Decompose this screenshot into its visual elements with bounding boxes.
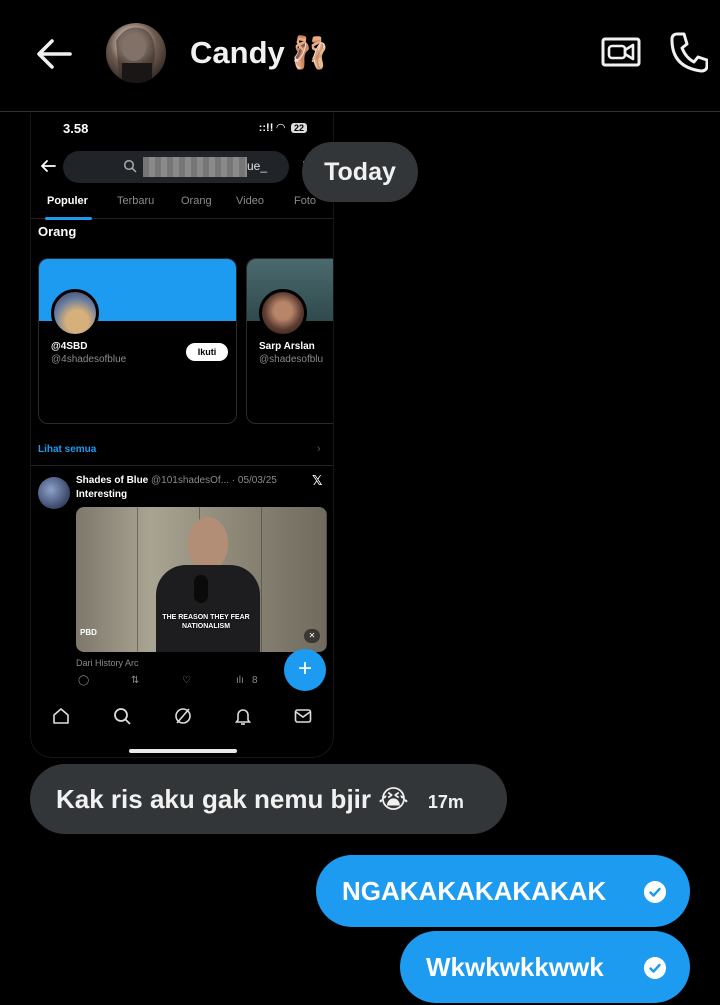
video-call-icon[interactable]	[601, 34, 641, 70]
ss-signal-icon: ::!!	[258, 122, 274, 134]
ss-mail-icon	[294, 709, 312, 723]
ss-pbd-logo: PBD	[80, 628, 97, 637]
ss-card-handle: @4shadesofblue	[51, 354, 127, 365]
ss-post-author-line: Shades of Blue @101shadesOf... · 05/03/2…	[76, 475, 277, 486]
avatar-photo	[116, 27, 155, 83]
ss-search-bar: ue_	[63, 151, 289, 183]
contact-name[interactable]: Candy 🩰	[190, 34, 330, 72]
ss-follow-button: Ikuti	[186, 343, 228, 361]
ss-card-name: Sarp Arslan	[259, 341, 315, 352]
ss-bell-icon	[234, 709, 252, 725]
ss-chevron-right-icon: ›	[317, 443, 321, 455]
ss-search-nav-icon	[114, 708, 131, 725]
ss-bottom-nav	[31, 698, 333, 734]
ss-post-meta: @101shadesOf... · 05/03/25	[151, 475, 277, 486]
ss-section-title: Orang	[38, 224, 77, 239]
message-time: 17m	[427, 792, 464, 812]
ss-tab-orang: Orang	[181, 195, 212, 207]
ss-post-text: Interesting	[76, 489, 128, 500]
ss-tab-foto: Foto	[294, 195, 317, 207]
ss-post-avatar	[38, 477, 70, 509]
ss-x-logo-icon: 𝕏	[312, 473, 323, 488]
ss-reply-icon: ◯	[78, 675, 90, 686]
ss-home-icon	[53, 708, 69, 724]
ss-battery-icon: 22	[290, 123, 307, 133]
ss-mute-icon: ✕	[304, 629, 320, 643]
ss-wifi-icon: ◠	[276, 122, 285, 134]
ss-search-suffix: ue_	[247, 159, 268, 173]
chat-header: Candy 🩰	[0, 0, 720, 112]
ss-grok-icon	[175, 708, 191, 724]
ss-card-avatar	[51, 289, 99, 337]
ss-repost-icon: ⇅	[131, 675, 140, 686]
back-arrow-icon[interactable]	[34, 36, 74, 72]
ss-person-card: @4SBD @4shadesofblue Ikuti	[38, 258, 237, 424]
ss-tab-populer: Populer	[47, 195, 88, 207]
ss-status-icons: ::!! ◠ 22	[259, 121, 307, 134]
ss-post-actions: ◯ ⇅ ♡ ılı 8	[76, 675, 276, 691]
outgoing-message[interactable]: NGAKAKAKAKAKAK	[316, 855, 690, 927]
outgoing-message[interactable]: Wkwkwkkwwk	[400, 931, 690, 1003]
date-separator: Today	[302, 142, 418, 202]
ss-card-avatar	[259, 289, 307, 337]
ss-video-caption: THE REASON THEY FEAR NATIONALISM	[162, 614, 250, 630]
outgoing-message-text: NGAKAKAKAKAKAK	[342, 876, 607, 906]
ss-tab-terbaru: Terbaru	[117, 195, 155, 207]
incoming-message[interactable]: Kak ris aku gak nemu bjir 😭 17m	[30, 764, 507, 834]
ss-status-time: 3.58	[63, 121, 89, 136]
ss-tab-bar: Populer Terbaru Orang Video Foto	[31, 191, 333, 220]
ss-see-all-link: Lihat semua	[38, 444, 97, 455]
shared-screenshot-image[interactable]: 3.58 ::!! ◠ 22 ue_ Populer Terbaru Orang…	[30, 113, 334, 758]
ss-status-bar: 3.58 ::!! ◠ 22	[31, 113, 333, 141]
incoming-message-text: Kak ris aku gak nemu bjir 😭	[56, 784, 409, 814]
contact-avatar[interactable]	[106, 23, 166, 83]
ss-views-count: 8	[252, 675, 258, 686]
seen-check-icon	[644, 881, 666, 903]
ss-compose-fab-icon: +	[284, 649, 326, 691]
ss-active-tab-indicator	[45, 217, 92, 220]
ss-post-video: THE REASON THEY FEAR NATIONALISM PBD ✕	[76, 507, 327, 652]
ss-back-icon	[40, 160, 56, 172]
ss-card-name: @4SBD	[51, 341, 88, 352]
ballet-shoes-emoji: 🩰	[290, 35, 330, 71]
ss-tab-video: Video	[236, 195, 264, 207]
ss-video-person	[188, 517, 228, 569]
ss-censored-query	[143, 157, 247, 177]
ss-microphone	[194, 575, 208, 603]
ss-post-author: Shades of Blue	[76, 475, 149, 486]
ss-media-source: Dari History Arc	[76, 658, 139, 668]
seen-check-icon	[644, 957, 666, 979]
ss-views-icon: ılı	[236, 675, 244, 686]
outgoing-message-text: Wkwkwkkwwk	[426, 952, 604, 982]
ss-card-handle: @shadesofblu	[259, 354, 324, 365]
ss-home-indicator	[129, 749, 237, 753]
ss-divider	[31, 465, 333, 466]
contact-name-text: Candy	[190, 34, 285, 70]
ss-person-card: Sarp Arslan @shadesofblu	[246, 258, 333, 424]
phone-call-icon[interactable]	[668, 31, 708, 73]
ss-search-icon	[123, 159, 137, 173]
ss-like-icon: ♡	[182, 675, 191, 686]
